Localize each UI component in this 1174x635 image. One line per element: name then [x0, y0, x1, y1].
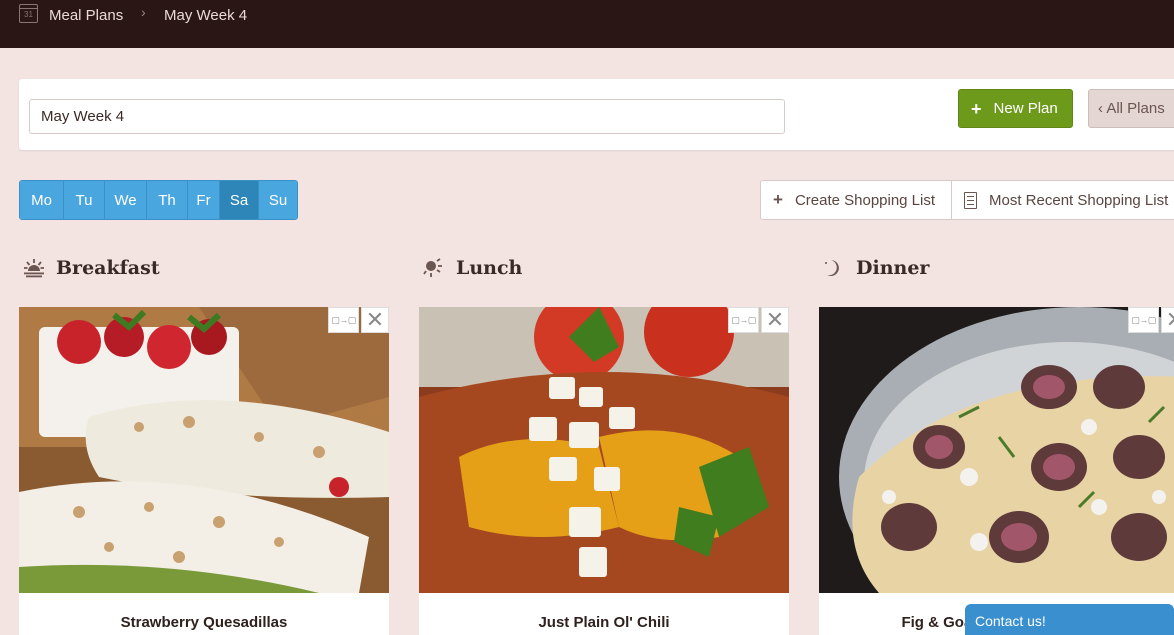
day-tab-we[interactable]: We [105, 181, 147, 219]
recipe-image-flatbread[interactable] [819, 307, 1174, 593]
swap-meal-button[interactable]: ▢→▢ [1128, 307, 1159, 333]
day-tab-mo[interactable]: Mo [20, 181, 64, 219]
plus-icon: + [971, 98, 982, 119]
dinner-label: Dinner [856, 257, 930, 279]
remove-meal-button[interactable]: ✕ [361, 307, 389, 333]
recipe-card-breakfast[interactable]: ▢→▢ ✕ Strawberry Quesadillas [19, 307, 389, 635]
lunch-label: Lunch [456, 257, 523, 279]
breadcrumb-meal-plans[interactable]: Meal Plans [49, 5, 123, 25]
remove-meal-button[interactable]: ✕ [1161, 307, 1174, 333]
document-icon [964, 191, 977, 209]
sunrise-icon [24, 259, 44, 278]
recent-shopping-list-label: Most Recent Shopping List [989, 191, 1169, 209]
recipe-image-chili[interactable] [419, 307, 789, 593]
plan-name-input[interactable] [29, 99, 785, 134]
lunch-heading: Lunch [423, 257, 522, 279]
day-tab-tu[interactable]: Tu [64, 181, 105, 219]
breakfast-heading: Breakfast [23, 257, 160, 279]
contact-us-tab[interactable]: Contact us! [965, 604, 1174, 635]
recipe-card-lunch[interactable]: ▢→▢ ✕ Just Plain Ol' Chili [419, 307, 789, 635]
plus-icon: + [773, 190, 783, 209]
recent-shopping-list-button[interactable]: Most Recent Shopping List [951, 180, 1174, 220]
recipe-card-dinner[interactable]: ▢→▢ ✕ Fig & Goat Cheese Flatbread [819, 307, 1174, 635]
day-tab-sa[interactable]: Sa [220, 181, 259, 219]
breadcrumb-separator: › [141, 4, 146, 20]
day-selector: Mo Tu We Th Fr Sa Su [19, 180, 298, 220]
day-tab-fr[interactable]: Fr [188, 181, 220, 219]
swap-meal-button[interactable]: ▢→▢ [728, 307, 759, 333]
sun-icon [423, 258, 442, 277]
moon-icon [825, 260, 839, 276]
new-plan-button[interactable]: + New Plan [958, 89, 1073, 128]
breadcrumb-current: May Week 4 [164, 6, 248, 24]
recipe-title[interactable]: Just Plain Ol' Chili [419, 614, 789, 631]
day-tab-th[interactable]: Th [147, 181, 188, 219]
recipe-title[interactable]: Strawberry Quesadillas [19, 614, 389, 631]
swap-meal-button[interactable]: ▢→▢ [328, 307, 359, 333]
create-shopping-list-label: Create Shopping List [794, 191, 936, 209]
day-tab-su[interactable]: Su [259, 181, 297, 219]
new-plan-label: New Plan [993, 100, 1058, 117]
remove-meal-button[interactable]: ✕ [761, 307, 789, 333]
breakfast-label: Breakfast [56, 257, 160, 279]
all-plans-label: ‹ All Plans [1098, 100, 1165, 117]
calendar-icon: 31 [19, 4, 38, 23]
recipe-image-quesadillas[interactable] [19, 307, 389, 593]
dinner-heading: Dinner [823, 257, 929, 279]
create-shopping-list-button[interactable]: + Create Shopping List [760, 180, 952, 220]
all-plans-button[interactable]: ‹ All Plans [1088, 89, 1174, 128]
